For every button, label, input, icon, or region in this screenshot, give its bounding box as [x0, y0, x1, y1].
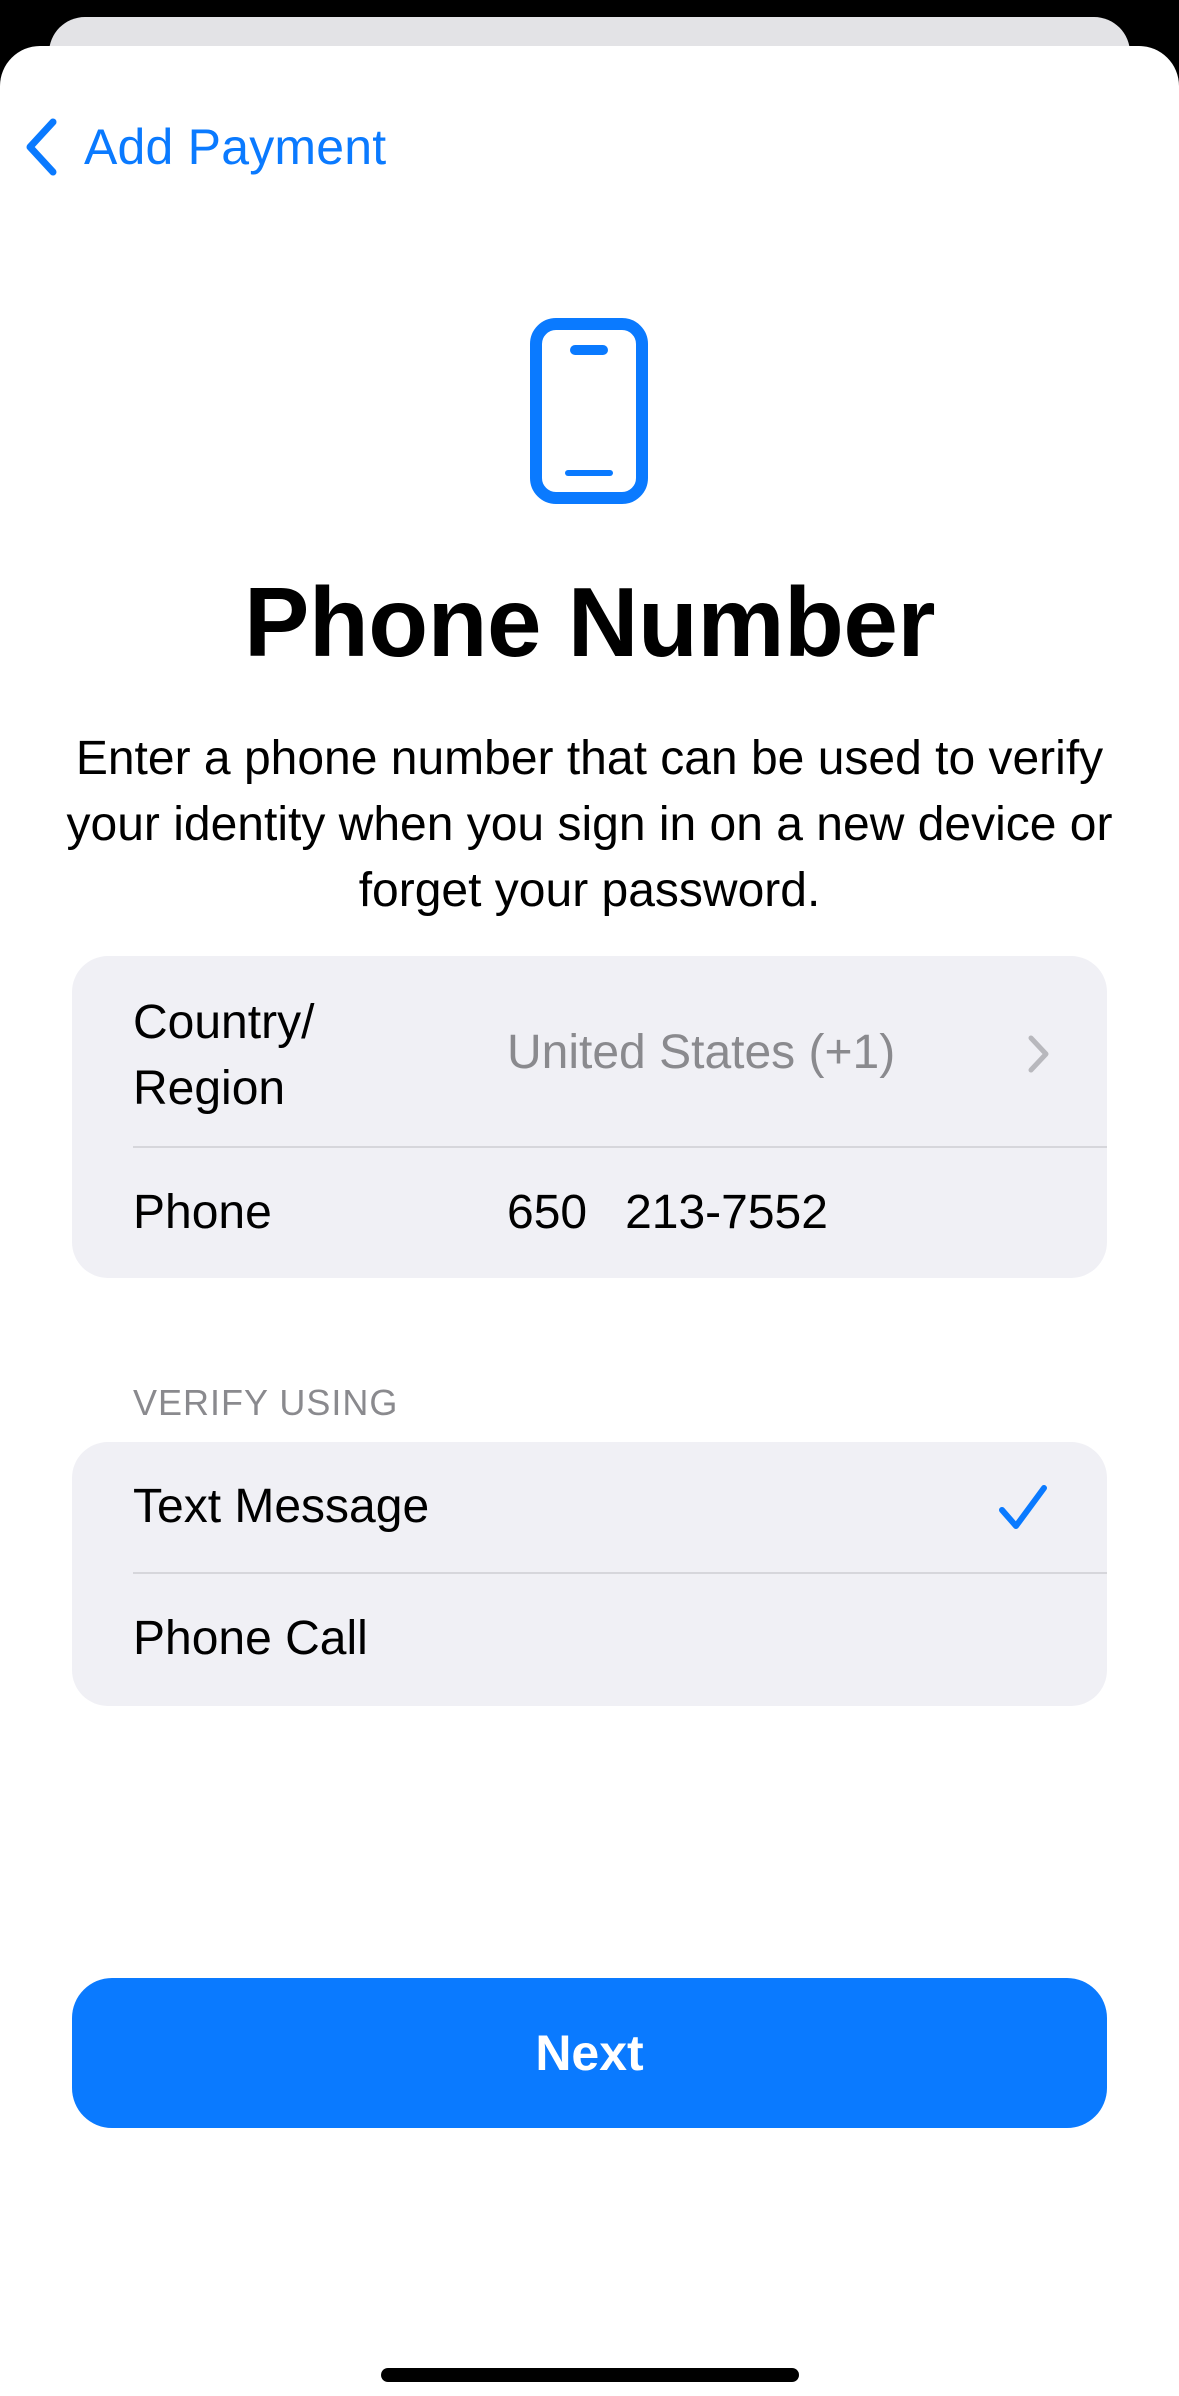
country-region-label: Country/ Region — [133, 990, 314, 1122]
modal-sheet: Add Payment Phone Number Enter a phone n… — [0, 46, 1179, 2396]
country-region-label-line2: Region — [133, 1062, 286, 1115]
verify-option-phone-call[interactable]: Phone Call — [72, 1574, 1107, 1706]
checkmark-icon — [998, 1484, 1048, 1537]
page-description: Enter a phone number that can be used to… — [66, 732, 1113, 917]
phone-row: Phone 650 213-7552 — [72, 1148, 1107, 1278]
verify-option-text-message[interactable]: Text Message — [72, 1442, 1107, 1572]
verify-using-header: VERIFY USING — [133, 1382, 399, 1423]
next-button[interactable]: Next — [72, 1978, 1107, 2128]
verify-options-group: Text Message Phone Call — [72, 1442, 1107, 1706]
chevron-right-icon — [1027, 1034, 1051, 1079]
country-region-value: United States (+1) — [507, 1026, 896, 1079]
page-title: Phone Number — [244, 567, 935, 677]
back-button-label: Add Payment — [84, 119, 387, 175]
back-button[interactable]: Add Payment — [24, 102, 386, 192]
verify-option-label: Text Message — [133, 1480, 430, 1533]
phone-input[interactable]: 650 213-7552 — [507, 1184, 828, 1242]
phone-form-group: Country/ Region United States (+1) Phone… — [72, 956, 1107, 1278]
country-region-row[interactable]: Country/ Region United States (+1) — [72, 956, 1107, 1146]
country-region-label-line1: Country/ — [133, 996, 315, 1049]
chevron-left-icon — [24, 118, 58, 176]
home-indicator — [381, 2368, 799, 2382]
iphone-icon — [530, 318, 648, 509]
phone-label: Phone — [133, 1186, 272, 1239]
phone-number: 213-7552 — [625, 1186, 828, 1239]
phone-area-code: 650 — [507, 1186, 588, 1239]
verify-option-label: Phone Call — [133, 1612, 368, 1665]
